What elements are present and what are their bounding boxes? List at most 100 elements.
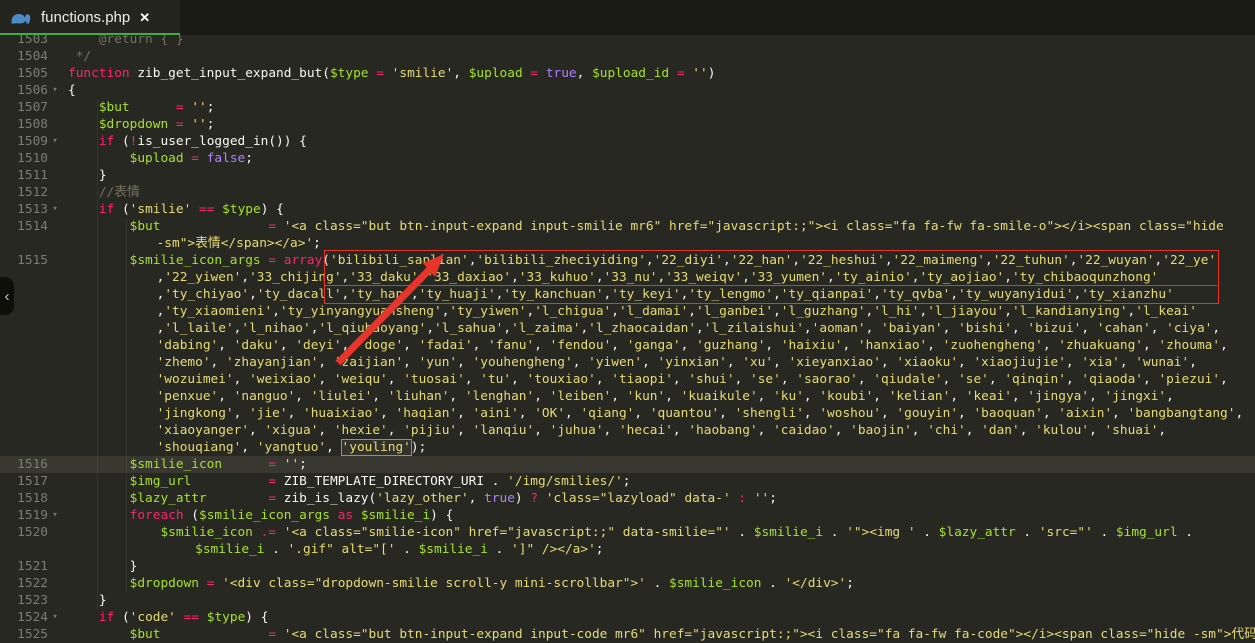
code-editor[interactable]: 1503@return { }1504*/1505function zib_ge… (0, 31, 1255, 643)
line-number: 1507 (0, 99, 48, 116)
fold-spacer (48, 48, 62, 65)
code-text: $upload = false; (62, 150, 253, 167)
code-line: 1513▾if ('smilie' == $type) { (0, 201, 1255, 218)
fold-arrow-icon[interactable]: ▾ (48, 133, 62, 150)
line-number: 1511 (0, 167, 48, 184)
fold-spacer (48, 541, 62, 558)
line-number: 1517 (0, 473, 48, 490)
line-number: 1504 (0, 48, 48, 65)
code-line: -sm">表情</span></a>'; (0, 235, 1255, 252)
editor-window: { "tab": { "title": "functions.php", "cl… (0, 0, 1255, 630)
code-text: $but = ''; (62, 99, 214, 116)
code-text: $dropdown = '<div class="dropdown-smilie… (62, 575, 854, 592)
code-line: 1521} (0, 558, 1255, 575)
fold-spacer (48, 320, 62, 337)
fold-spacer (48, 116, 62, 133)
fold-spacer (48, 558, 62, 575)
line-number (0, 371, 48, 388)
fold-spacer (48, 439, 62, 456)
code-line: 1509▾if (!is_user_logged_in()) { (0, 133, 1255, 150)
fold-arrow-icon[interactable]: ▾ (48, 82, 62, 99)
tab-close-icon[interactable]: ✕ (139, 10, 150, 26)
line-number: 1510 (0, 150, 48, 167)
line-number: 1518 (0, 490, 48, 507)
line-number: 1521 (0, 558, 48, 575)
line-number: 1520 (0, 524, 48, 541)
code-line: 'penxue', 'nanguo', 'liulei', 'liuhan', … (0, 388, 1255, 405)
code-text: $img_url = ZIB_TEMPLATE_DIRECTORY_URI . … (62, 473, 630, 490)
fold-spacer (48, 150, 62, 167)
fold-spacer (48, 473, 62, 490)
code-line: 1514 $but = '<a class="but btn-input-expa… (0, 218, 1255, 235)
code-line: 1506▾{ (0, 82, 1255, 99)
code-text: $smilie_icon .= '<a class="smilie-icon" … (62, 524, 1193, 541)
code-line: 1523} (0, 592, 1255, 609)
code-text: 'penxue', 'nanguo', 'liulei', 'liuhan', … (62, 388, 1174, 405)
code-line: 1515$smilie_icon_args = array('bilibili_… (0, 252, 1255, 269)
code-line: 'xiaoyanger', 'xigua', 'hexie', 'pijiu',… (0, 422, 1255, 439)
line-number (0, 354, 48, 371)
code-text: if ('code' == $type) { (62, 609, 268, 626)
code-text: 'shouqiang', 'yangtuo', 'youling'); (62, 439, 426, 456)
line-number (0, 422, 48, 439)
code-line: 1511} (0, 167, 1255, 184)
fold-arrow-icon[interactable]: ▾ (48, 201, 62, 218)
fold-spacer (48, 354, 62, 371)
tab-functions-php[interactable]: functions.php ✕ (0, 0, 180, 35)
line-number (0, 235, 48, 252)
code-text: $smilie_icon = ''; (62, 456, 307, 473)
fold-arrow-icon[interactable]: ▾ (48, 609, 62, 626)
code-line: 1507 $but = ''; (0, 99, 1255, 116)
code-line: ,'ty_chiyao','ty_dacall','ty_han','ty_hu… (0, 286, 1255, 303)
fold-arrow-icon[interactable]: ▾ (48, 507, 62, 524)
line-number: 1516 (0, 456, 48, 473)
code-text: } (62, 167, 107, 184)
code-line: 1522 $dropdown = '<div class="dropdown-sm… (0, 575, 1255, 592)
code-line: 'shouqiang', 'yangtuo', 'youling'); (0, 439, 1255, 456)
fold-spacer (48, 422, 62, 439)
code-text: 'dabing', 'daku', 'deyi', 'doge', 'fadai… (62, 337, 1228, 354)
code-line: 1518$lazy_attr = zib_is_lazy('lazy_other… (0, 490, 1255, 507)
code-line: 1508 $dropdown = ''; (0, 116, 1255, 133)
code-line: 1504*/ (0, 48, 1255, 65)
code-line: 1517 $img_url = ZIB_TEMPLATE_DIRECTORY_UR… (0, 473, 1255, 490)
code-text: } (62, 592, 107, 609)
code-text: 'zhemo', 'zhayanjian', 'zaijian', 'yun',… (62, 354, 1197, 371)
code-text: if (!is_user_logged_in()) { (62, 133, 307, 150)
code-line: 1525$but = '<a class="but btn-input-expa… (0, 626, 1255, 643)
code-line: 1519▾foreach ($smilie_icon_args as $smil… (0, 507, 1255, 524)
line-number (0, 337, 48, 354)
line-number: 1506 (0, 82, 48, 99)
fold-spacer (48, 269, 62, 286)
fold-spacer (48, 490, 62, 507)
line-number (0, 439, 48, 456)
code-text: 'xiaoyanger', 'xigua', 'hexie', 'pijiu',… (62, 422, 1166, 439)
indent-guide (126, 218, 127, 592)
fold-spacer (48, 167, 62, 184)
code-text: $but = '<a class="but btn-input-expand i… (62, 626, 1255, 643)
line-number: 1508 (0, 116, 48, 133)
line-number: 1514 (0, 218, 48, 235)
fold-spacer (48, 388, 62, 405)
code-text: $dropdown = ''; (62, 116, 214, 133)
line-number (0, 405, 48, 422)
fold-spacer (48, 235, 62, 252)
code-text: -sm">表情</span></a>'; (62, 235, 321, 252)
fold-spacer (48, 99, 62, 116)
line-number (0, 320, 48, 337)
code-line: 1505function zib_get_input_expand_but($t… (0, 65, 1255, 82)
fold-spacer (48, 592, 62, 609)
line-number: 1522 (0, 575, 48, 592)
fold-spacer (48, 575, 62, 592)
code-line: 'zhemo', 'zhayanjian', 'zaijian', 'yun',… (0, 354, 1255, 371)
code-text: ,'22_yiwen','33_chijing','33_daku','33_d… (62, 269, 1158, 286)
fold-spacer (48, 524, 62, 541)
code-line: ,'ty_xiaomieni','ty_yinyangyuansheng','t… (0, 303, 1255, 320)
line-number: 1515 (0, 252, 48, 269)
panel-toggle-handle[interactable]: ‹ (0, 277, 14, 315)
code-text: ,'ty_chiyao','ty_dacall','ty_han','ty_hu… (62, 286, 1174, 303)
code-text: $but = '<a class="but btn-input-expand i… (62, 218, 1224, 235)
code-text: function zib_get_input_expand_but($type … (62, 65, 715, 82)
fold-spacer (48, 184, 62, 201)
line-number (0, 541, 48, 558)
